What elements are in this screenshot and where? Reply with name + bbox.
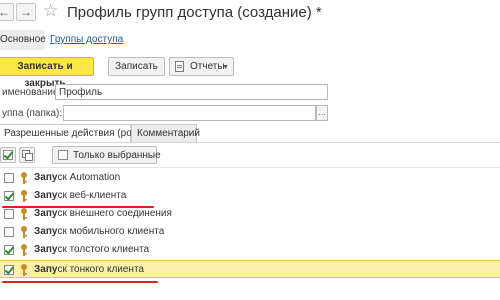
- only-selected-checkbox[interactable]: [58, 150, 68, 160]
- only-selected-toggle[interactable]: Только выбранные: [52, 146, 161, 164]
- role-checkbox[interactable]: [4, 173, 14, 183]
- key-icon: [21, 208, 27, 220]
- forward-button[interactable]: →: [16, 3, 36, 21]
- role-label: Запуск внешнего соединения: [34, 208, 172, 219]
- reports-button[interactable]: Отчеты ▼: [169, 57, 234, 76]
- role-label: Запуск веб-клиента: [34, 190, 127, 201]
- tab-main[interactable]: Основное: [0, 30, 46, 50]
- group-picker-button[interactable]: ...: [316, 105, 328, 121]
- chevron-down-icon: ▼: [222, 64, 229, 71]
- check-all-icon: [3, 150, 13, 160]
- role-checkbox[interactable]: [4, 227, 14, 237]
- save-and-close-button[interactable]: Записать и закрыть: [0, 57, 94, 89]
- list-item[interactable]: Запуск Automation: [0, 169, 500, 187]
- document-icon: [175, 61, 184, 72]
- role-label: Запуск мобильного клиента: [34, 226, 165, 237]
- list-item[interactable]: Запуск мобильного клиента: [0, 223, 500, 241]
- list-item[interactable]: Запуск толстого клиента: [0, 241, 500, 259]
- tab-main-label: Основное: [0, 34, 46, 45]
- role-checkbox[interactable]: [4, 265, 14, 275]
- group-label: уппа (папка):: [2, 108, 63, 119]
- only-selected-label: Только выбранные: [73, 150, 161, 161]
- list-item[interactable]: Запуск внешнего соединения: [0, 205, 500, 223]
- tab-allowed-actions-label: Разрешенные действия (роли): [4, 128, 147, 139]
- save-button[interactable]: Записать: [108, 57, 165, 76]
- role-label: Запуск Automation: [34, 172, 121, 183]
- reports-label: Отчеты: [190, 61, 225, 72]
- group-input[interactable]: [63, 105, 316, 121]
- tab-access-groups[interactable]: Группы доступа: [50, 34, 123, 45]
- role-label: Запуск толстого клиента: [34, 244, 150, 255]
- role-checkbox[interactable]: [4, 209, 14, 219]
- role-label: Запуск тонкого клиента: [34, 264, 144, 275]
- check-all-button[interactable]: [0, 147, 16, 163]
- list-item-selected[interactable]: Запуск тонкого клиента: [0, 260, 500, 278]
- copy-icon: [25, 153, 33, 161]
- forward-arrow-icon: →: [20, 5, 32, 19]
- key-icon: [21, 264, 27, 276]
- role-checkbox[interactable]: [4, 191, 14, 201]
- page-title: Профиль групп доступа (создание) *: [67, 4, 322, 21]
- list-divider: [0, 167, 500, 168]
- role-checkbox[interactable]: [4, 245, 14, 255]
- tab-allowed-actions[interactable]: Разрешенные действия (роли): [0, 124, 146, 143]
- annotation-underline: [2, 281, 158, 283]
- copy-button[interactable]: [19, 147, 35, 163]
- tab-comment-label: Комментарий: [137, 128, 200, 139]
- list-item[interactable]: Запуск веб-клиента: [0, 187, 500, 205]
- name-label: именование:: [2, 87, 62, 98]
- key-icon: [21, 190, 27, 202]
- back-arrow-icon: ←: [0, 5, 10, 19]
- key-icon: [21, 226, 27, 238]
- tab-comment[interactable]: Комментарий: [131, 124, 200, 143]
- name-input[interactable]: [55, 84, 328, 100]
- favorite-star-icon[interactable]: ☆: [43, 1, 58, 21]
- tabs-divider: [0, 142, 500, 143]
- key-icon: [21, 244, 27, 256]
- back-button[interactable]: ←: [0, 3, 14, 21]
- key-icon: [21, 172, 27, 184]
